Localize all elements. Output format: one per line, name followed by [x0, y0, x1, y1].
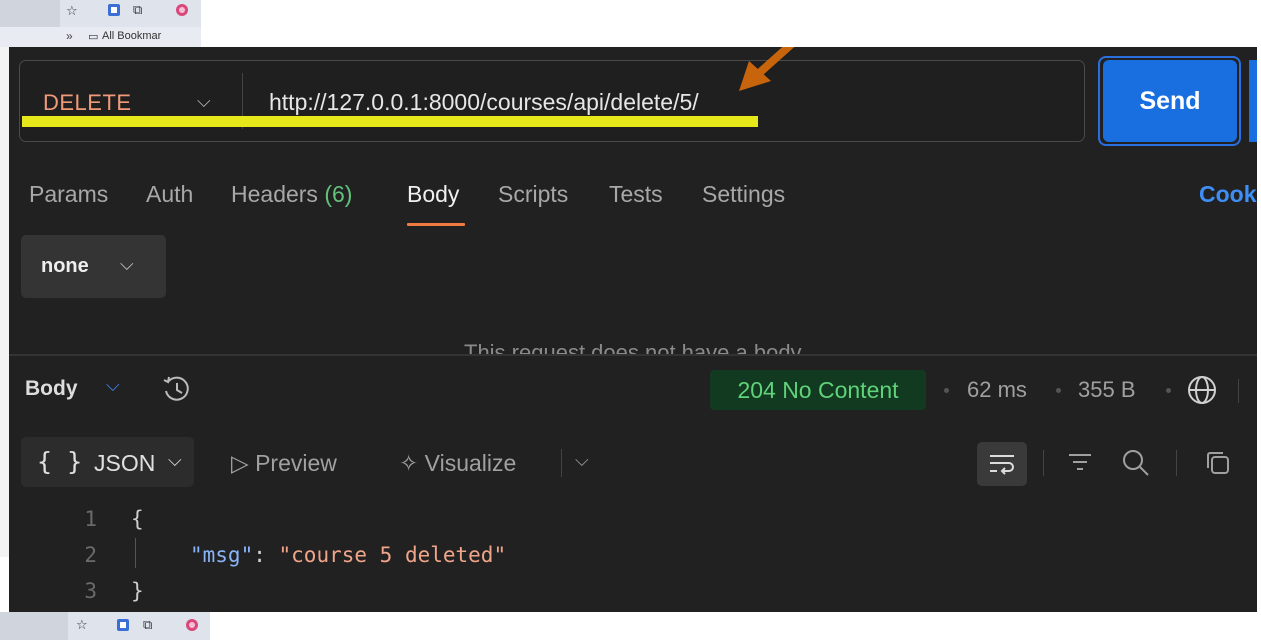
chevron-down-icon[interactable]: ⌵: [197, 91, 211, 112]
chevron-down-icon: ⌵: [120, 254, 134, 274]
format-label: JSON: [94, 450, 156, 476]
send-button[interactable]: Send: [1103, 60, 1237, 142]
json-braces-icon: { }: [37, 447, 83, 476]
response-panel: [9, 356, 1257, 612]
json-separator: :: [253, 543, 279, 567]
profile-icon[interactable]: [175, 3, 189, 21]
annotation-arrow-icon: [739, 47, 795, 91]
folder-icon: ▭: [88, 30, 99, 43]
response-format-select[interactable]: { } JSON ⌵: [21, 437, 194, 487]
extension-icon[interactable]: [107, 3, 121, 21]
tab-settings[interactable]: Settings: [702, 181, 785, 208]
globe-icon[interactable]: [1186, 374, 1218, 406]
chevron-down-icon: ⌵: [168, 450, 182, 470]
puzzle-icon[interactable]: ⧉: [133, 3, 142, 18]
code-line: {: [131, 507, 144, 531]
line-number: 3: [84, 579, 97, 603]
tab-tests[interactable]: Tests: [609, 181, 663, 208]
left-edge: [0, 47, 9, 557]
response-size[interactable]: 355 B: [1078, 377, 1136, 403]
star-icon[interactable]: ☆: [66, 4, 78, 19]
response-time[interactable]: 62 ms: [967, 377, 1027, 403]
line-number: 2: [84, 543, 97, 567]
json-key: "msg": [190, 543, 254, 567]
preview-label: Preview: [255, 450, 337, 476]
body-type-label: none: [41, 255, 89, 277]
wrap-lines-button[interactable]: [977, 442, 1027, 486]
browser-toolbar-fragment: ☆ ⧉ » ▭ All Bookmar: [0, 0, 201, 47]
all-bookmarks-link[interactable]: All Bookmar: [102, 30, 161, 42]
chevron-down-icon[interactable]: ⌵: [106, 375, 120, 396]
code-line: }: [131, 579, 144, 603]
method-selector[interactable]: DELETE: [43, 90, 132, 116]
indent-guide: [135, 538, 136, 568]
line-number: 1: [84, 507, 97, 531]
puzzle-icon[interactable]: ⧉: [143, 618, 152, 633]
response-body-tab[interactable]: Body: [25, 377, 78, 401]
search-icon[interactable]: [1120, 447, 1152, 479]
star-icon[interactable]: ☆: [76, 618, 88, 633]
active-tab-indicator: [407, 223, 465, 226]
url-bar: DELETE ⌵ http://127.0.0.1:8000/courses/a…: [19, 60, 1085, 142]
headers-count-badge: (6): [324, 181, 353, 207]
visualize-icon: ✧: [399, 450, 419, 476]
extension-icon[interactable]: [116, 618, 130, 636]
send-dropdown-button[interactable]: [1249, 60, 1257, 142]
body-type-select[interactable]: none ⌵: [21, 235, 166, 298]
tab-headers[interactable]: Headers (6): [231, 181, 352, 208]
play-icon: ▷: [231, 450, 249, 476]
visualize-button[interactable]: ✧ Visualize: [399, 450, 516, 477]
wrap-icon: [990, 455, 1014, 475]
tab-headers-label: Headers: [231, 181, 318, 207]
tab-scripts[interactable]: Scripts: [498, 181, 568, 208]
tab-params[interactable]: Params: [29, 181, 108, 208]
pane-divider[interactable]: [9, 354, 1257, 356]
profile-icon[interactable]: [185, 618, 199, 636]
tab-body[interactable]: Body: [407, 181, 459, 208]
chevron-down-icon[interactable]: ⌵: [575, 450, 589, 471]
copy-icon[interactable]: [1203, 448, 1233, 478]
json-value: "course 5 deleted": [278, 543, 507, 567]
filter-icon[interactable]: [1066, 451, 1094, 475]
visualize-label: Visualize: [424, 450, 517, 476]
code-line: "msg": "course 5 deleted": [190, 543, 506, 567]
status-badge[interactable]: 204 No Content: [710, 370, 926, 410]
url-highlight-annotation: [22, 116, 758, 127]
request-panel: DELETE ⌵ http://127.0.0.1:8000/courses/a…: [9, 47, 1257, 612]
history-icon[interactable]: [160, 373, 192, 405]
tab-auth[interactable]: Auth: [146, 181, 193, 208]
browser-toolbar-fragment: ☆ ⧉: [0, 612, 210, 640]
cookies-link[interactable]: Cook: [1199, 181, 1257, 208]
preview-button[interactable]: ▷ Preview: [231, 450, 337, 477]
bookmarks-overflow-button[interactable]: »: [66, 29, 73, 43]
url-input[interactable]: http://127.0.0.1:8000/courses/api/delete…: [269, 89, 699, 116]
